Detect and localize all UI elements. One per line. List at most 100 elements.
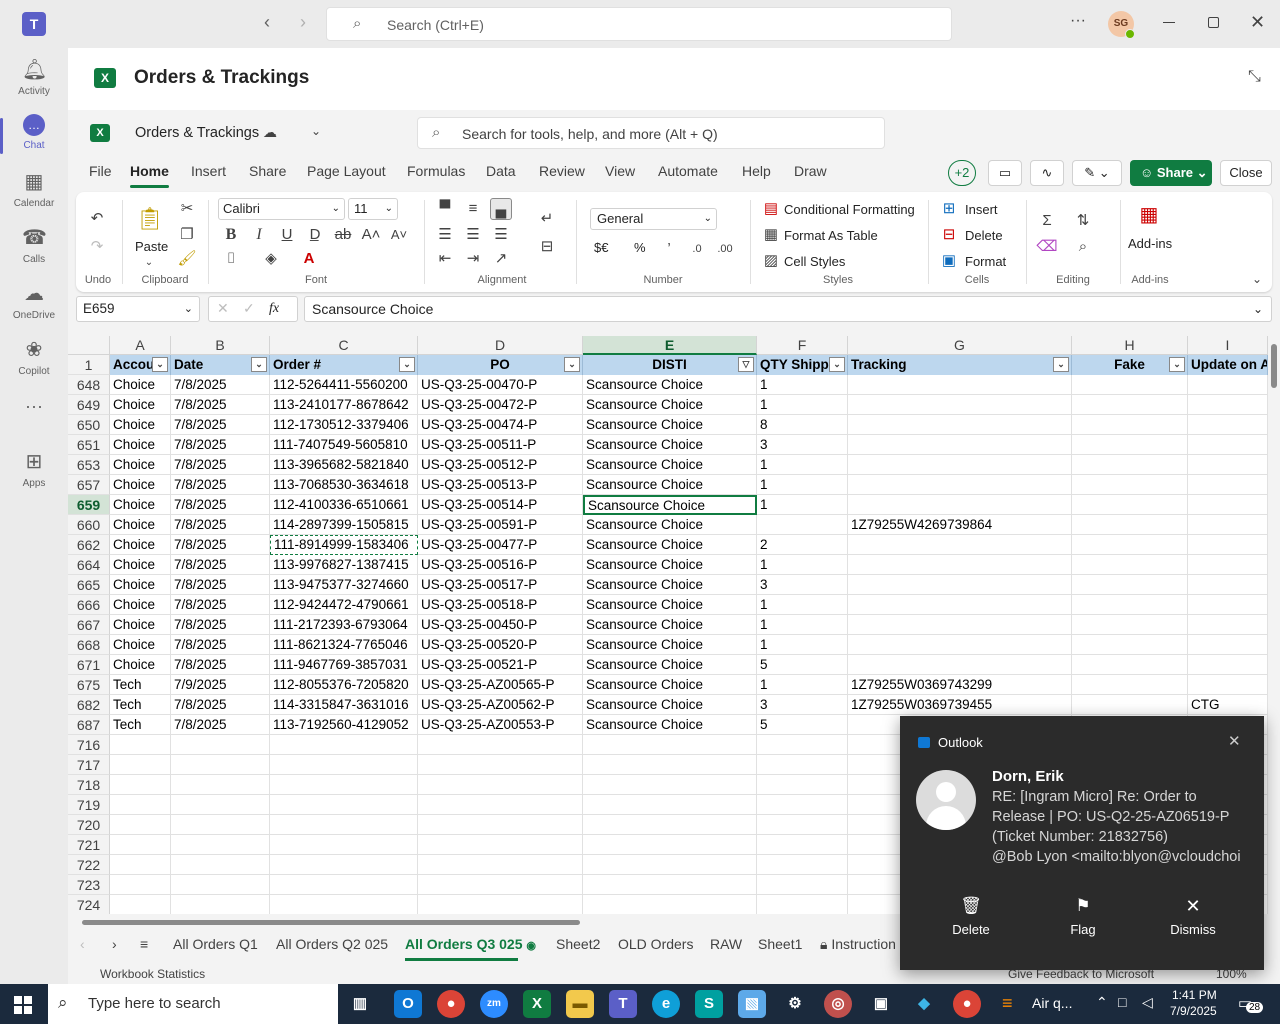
sheet-tab[interactable]: Sheet2 [556, 936, 600, 952]
table-cell[interactable]: 112-4100336-6510661 [270, 495, 418, 515]
workbook-statistics[interactable]: Workbook Statistics [100, 967, 205, 981]
row-header[interactable]: 718 [68, 775, 110, 795]
increase-indent-icon[interactable]: ⇥ [462, 248, 484, 270]
table-cell[interactable]: 8 [757, 415, 848, 435]
table-cell[interactable] [1072, 375, 1188, 395]
table-cell[interactable]: US-Q3-25-00591-P [418, 515, 583, 535]
table-cell[interactable]: Scansource Choice [583, 435, 757, 455]
table-cell[interactable]: 3 [757, 575, 848, 595]
column-header-e[interactable]: E [583, 336, 757, 355]
table-cell[interactable]: US-Q3-25-00472-P [418, 395, 583, 415]
empty-cell[interactable] [270, 795, 418, 815]
table-cell[interactable]: 113-9976827-1387415 [270, 555, 418, 575]
cell-styles-button[interactable]: Cell Styles [784, 254, 845, 269]
table-cell[interactable]: Scansource Choice [583, 475, 757, 495]
rail-copilot[interactable]: ❀ Copilot [0, 332, 68, 388]
table-cell[interactable]: Choice [110, 535, 171, 555]
row-header[interactable]: 657 [68, 475, 110, 495]
column-header-a[interactable]: A [110, 336, 171, 355]
table-cell[interactable] [848, 595, 1072, 615]
row-header[interactable]: 675 [68, 675, 110, 695]
table-cell[interactable]: US-Q3-25-AZ00565-P [418, 675, 583, 695]
tab-view[interactable]: View [605, 163, 635, 179]
delete-cells-button[interactable]: Delete [965, 228, 1003, 243]
outlook-notification[interactable]: Outlook ✕ Dorn, Erik RE: [Ingram Micro] … [900, 716, 1264, 970]
table-cell[interactable] [1072, 535, 1188, 555]
empty-cell[interactable] [110, 895, 171, 914]
table-cell[interactable]: 7/8/2025 [171, 595, 270, 615]
table-cell[interactable]: Tech [110, 675, 171, 695]
table-cell[interactable]: Choice [110, 635, 171, 655]
select-all-corner[interactable] [68, 336, 110, 355]
table-cell[interactable]: 7/8/2025 [171, 375, 270, 395]
empty-cell[interactable] [583, 795, 757, 815]
column-header-d[interactable]: D [418, 336, 583, 355]
empty-cell[interactable] [270, 815, 418, 835]
toast-delete-button[interactable]: 🗑︎ Delete [940, 896, 1002, 937]
table-cell[interactable]: US-Q3-25-00474-P [418, 415, 583, 435]
outlook-app-icon[interactable]: O [394, 990, 422, 1018]
table-cell[interactable]: 7/8/2025 [171, 615, 270, 635]
empty-cell[interactable] [757, 815, 848, 835]
empty-cell[interactable] [757, 735, 848, 755]
editing-mode-button[interactable]: ✎ ⌄ [1072, 160, 1122, 186]
minimize-icon[interactable] [1163, 22, 1175, 23]
table-cell[interactable]: 7/8/2025 [171, 415, 270, 435]
row-header[interactable]: 717 [68, 755, 110, 775]
table-cell[interactable]: Choice [110, 435, 171, 455]
empty-cell[interactable] [110, 735, 171, 755]
row-header[interactable]: 723 [68, 875, 110, 895]
sheet-tab-active[interactable]: All Orders Q3 025 ◉ [405, 936, 536, 961]
empty-cell[interactable] [270, 875, 418, 895]
scroll-thumb[interactable] [82, 920, 580, 925]
insert-function-button[interactable]: fx [269, 301, 279, 317]
close-button[interactable]: Close [1220, 160, 1272, 186]
fill-color-icon[interactable]: ◈ [260, 248, 282, 270]
table-cell[interactable]: 7/8/2025 [171, 495, 270, 515]
empty-cell[interactable] [757, 875, 848, 895]
table-header-cell[interactable]: DISTI ▽ [583, 355, 757, 375]
table-cell[interactable] [1072, 655, 1188, 675]
catch-up-button[interactable]: ∿ [1030, 160, 1064, 186]
toast-close-icon[interactable]: ✕ [1228, 732, 1241, 750]
increase-decimal-icon[interactable]: .0 [686, 238, 708, 260]
table-header-cell[interactable]: Date ⌄ [171, 355, 270, 375]
clock-time[interactable]: 1:41 PM [1172, 988, 1217, 1002]
table-cell[interactable] [1188, 555, 1268, 575]
table-cell[interactable]: 7/8/2025 [171, 715, 270, 735]
table-cell[interactable]: US-Q3-25-00517-P [418, 575, 583, 595]
column-header-c[interactable]: C [270, 336, 418, 355]
increase-font-icon[interactable]: A˄ [360, 224, 382, 246]
table-cell[interactable]: 7/9/2025 [171, 675, 270, 695]
table-cell[interactable]: 7/8/2025 [171, 635, 270, 655]
table-header-cell[interactable]: Update on Ar [1188, 355, 1268, 375]
clock-date[interactable]: 7/9/2025 [1170, 1004, 1217, 1018]
table-header-cell[interactable]: QTY Shippe ⌄ [757, 355, 848, 375]
empty-cell[interactable] [171, 735, 270, 755]
column-header-i[interactable]: I [1188, 336, 1268, 355]
table-cell[interactable]: Scansource Choice [583, 515, 757, 535]
table-cell[interactable]: US-Q3-25-AZ00562-P [418, 695, 583, 715]
empty-cell[interactable] [418, 895, 583, 914]
table-cell[interactable]: US-Q3-25-AZ00553-P [418, 715, 583, 735]
decrease-decimal-icon[interactable]: .00 [714, 238, 736, 260]
table-cell[interactable] [1188, 395, 1268, 415]
decrease-font-icon[interactable]: A˅ [388, 224, 410, 246]
filter-dropdown-icon[interactable]: ⌄ [1169, 357, 1185, 372]
table-cell[interactable] [1072, 675, 1188, 695]
conditional-formatting-button[interactable]: Conditional Formatting [784, 202, 915, 217]
table-cell[interactable]: US-Q3-25-00518-P [418, 595, 583, 615]
comma-style-icon[interactable]: ’ [658, 238, 680, 260]
filter-dropdown-icon[interactable]: ⌄ [251, 357, 267, 372]
table-cell[interactable]: US-Q3-25-00477-P [418, 535, 583, 555]
empty-cell[interactable] [757, 835, 848, 855]
scroll-thumb[interactable] [1271, 344, 1277, 388]
table-cell[interactable] [848, 535, 1072, 555]
table-cell[interactable]: Scansource Choice [583, 395, 757, 415]
table-cell[interactable] [848, 555, 1072, 575]
tab-home[interactable]: Home [130, 163, 169, 188]
task-view-icon[interactable]: ▥ [346, 990, 374, 1018]
add-ins-button[interactable]: Add-ins [1128, 236, 1172, 251]
row-header[interactable]: 722 [68, 855, 110, 875]
table-cell[interactable]: Choice [110, 415, 171, 435]
